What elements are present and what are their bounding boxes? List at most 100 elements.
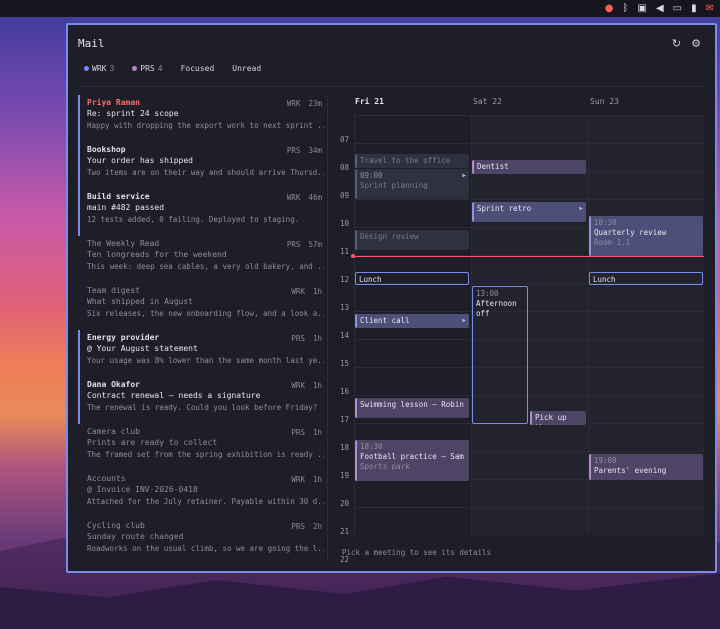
mail-sender: Accounts (87, 474, 126, 483)
mail-item[interactable]: Build service WRK 46m main #482 passed 12… (78, 189, 324, 236)
display-icon[interactable]: ▭ (673, 1, 682, 16)
filter-wrk[interactable]: WRK 3 (84, 64, 114, 73)
mail-meta: PRS 57m (286, 240, 322, 249)
mail-preview: Attached for the July retainer. Payable … (87, 497, 324, 506)
day-header: Fri 21 (355, 97, 384, 106)
event-client-call[interactable]: Client call ▶ (355, 314, 469, 328)
event-swimming[interactable]: Swimming lesson — Robin (355, 398, 469, 418)
mail-preview: Happy with dropping the export work to n… (87, 121, 324, 130)
mail-preview: Roadworks on the usual climb, so we are … (87, 544, 324, 553)
hour-label: 13 (340, 303, 350, 312)
event-sprint-planning[interactable]: 09:00 Sprint planning ▶ (355, 169, 469, 199)
mail-meta: WRK 46m (286, 193, 322, 202)
mail-preview: The framed set from the spring exhibitio… (87, 450, 324, 459)
current-time-dot (351, 254, 355, 258)
hour-label: 08 (340, 163, 350, 172)
mail-item[interactable]: Accounts WRK 1h @ Invoice INV-2026-0418 A… (78, 471, 324, 518)
hour-label: 17 (340, 415, 350, 424)
mail-item[interactable]: Priya Raman WRK 23m Re: sprint 24 scope H… (78, 95, 324, 142)
mail-preview: The renewal is ready. Could you look bef… (87, 403, 318, 412)
divider (78, 86, 705, 87)
current-time-line (352, 256, 704, 257)
event-lunch[interactable]: Lunch (355, 272, 469, 285)
mail-meta: PRS 2h (291, 522, 322, 531)
video-icon: ▶ (462, 317, 466, 324)
mail-subject: Sunday route changed (87, 532, 184, 541)
day-header: Sun 23 (590, 97, 619, 106)
mail-meta: WRK 1h (291, 287, 322, 296)
event-quarterly-review[interactable]: 10:30 Quarterly review Room 1.1 (589, 216, 703, 256)
mail-window: Mail ↻ ⚙ WRK 3 PRS 4 Focused Unread Priya … (66, 23, 717, 573)
mail-item[interactable]: Camera club PRS 1h Prints are ready to co… (78, 424, 324, 471)
hour-label: 12 (340, 275, 350, 284)
calendar: Fri 21 Sat 22 Sun 23 07 08 09 10 11 12 1… (338, 95, 704, 564)
wrk-dot-icon (84, 66, 89, 71)
event-design-review[interactable]: Design review (355, 230, 469, 250)
volume-icon[interactable]: ◀ (656, 1, 664, 16)
mail-item[interactable]: Bookshop PRS 34m Your order has shipped T… (78, 142, 324, 189)
mail-meta: WRK 1h (291, 475, 322, 484)
event-football[interactable]: 18:30 Football practice — Sam Sports park (355, 440, 469, 481)
hour-label: 14 (340, 331, 350, 340)
filter-unread[interactable]: Unread (232, 64, 261, 73)
event-dentist[interactable]: Dentist (472, 160, 586, 174)
hour-label: 07 (340, 135, 350, 144)
mail-icon[interactable]: ✉ (706, 1, 714, 16)
pane-divider (327, 95, 328, 561)
window-icon[interactable]: ▣ (637, 1, 646, 16)
mail-subject: Re: sprint 24 scope (87, 109, 179, 118)
system-top-bar: ● ᛒ ▣ ◀ ▭ ▮ ✉ (0, 0, 720, 17)
hour-label: 20 (340, 499, 350, 508)
filter-focused[interactable]: Focused (181, 64, 215, 73)
prs-dot-icon (132, 66, 138, 71)
mail-preview: 12 tests added, 0 failing. Deployed to s… (87, 215, 300, 224)
mail-item[interactable]: Dana Okafor WRK 1h Contract renewal — nee… (78, 377, 324, 424)
mail-list: Priya Raman WRK 23m Re: sprint 24 scope H… (78, 95, 324, 565)
mail-preview: Six releases, the new onboarding flow, a… (87, 309, 324, 318)
hour-label: 18 (340, 443, 350, 452)
hour-label: 15 (340, 359, 350, 368)
mail-subject: main #482 passed (87, 203, 165, 212)
system-tray: ● ᛒ ▣ ◀ ▭ ▮ ✉ (605, 1, 714, 16)
mail-subject: Ten longreads for the weekend (87, 250, 227, 259)
video-icon: ▶ (579, 205, 583, 212)
mail-meta: WRK 1h (291, 381, 322, 390)
bluetooth-icon[interactable]: ᛒ (622, 1, 628, 16)
hour-label: 10 (340, 219, 350, 228)
mail-sender: Dana Okafor (87, 380, 140, 389)
mail-meta: WRK 23m (286, 99, 322, 108)
battery-icon[interactable]: ▮ (691, 1, 697, 16)
mail-sender: Energy provider (87, 333, 160, 342)
mail-sender: Camera club (87, 427, 140, 436)
refresh-icon[interactable]: ↻ (672, 37, 681, 50)
hour-label: 11 (340, 247, 350, 256)
event-pickup[interactable]: Pick up th... (530, 411, 586, 425)
mail-subject: Contract renewal — needs a signature (87, 391, 261, 400)
mail-sender: Team digest (87, 286, 140, 295)
filter-prs[interactable]: PRS 4 (132, 64, 163, 73)
event-travel[interactable]: Travel to the office (355, 154, 469, 168)
mail-subject: @ Invoice INV-2026-0418 (87, 485, 198, 494)
mail-subject: Your order has shipped (87, 156, 193, 165)
event-parents-evening[interactable]: 19:00 Parents' evening (589, 454, 703, 480)
mail-meta: PRS 34m (286, 146, 322, 155)
settings-icon[interactable]: ⚙ (691, 37, 701, 50)
filter-bar: WRK 3 PRS 4 Focused Unread (84, 64, 261, 73)
mail-subject: Prints are ready to collect (87, 438, 218, 447)
event-lunch[interactable]: Lunch (589, 272, 703, 285)
event-sprint-retro[interactable]: Sprint retro ▶ (472, 202, 586, 222)
day-header: Sat 22 (473, 97, 502, 106)
mail-item[interactable]: Energy provider PRS 1h @ Your August stat… (78, 330, 324, 377)
mail-preview: Two items are on their way and should ar… (87, 168, 324, 177)
video-icon: ▶ (462, 172, 466, 179)
mail-item[interactable]: The Weekly Read PRS 57m Ten longreads for… (78, 236, 324, 283)
hour-label: 16 (340, 387, 350, 396)
mail-preview: Your usage was 8% lower than the same mo… (87, 356, 324, 365)
mail-meta: PRS 1h (291, 334, 322, 343)
mail-item[interactable]: Cycling club PRS 2h Sunday route changed … (78, 518, 324, 565)
event-afternoon-off[interactable]: 13:00 Afternoon off (472, 286, 528, 424)
mail-preview: This week: deep sea cables, a very old b… (87, 262, 324, 271)
mail-subject: What shipped in August (87, 297, 193, 306)
mail-item[interactable]: Team digest WRK 1h What shipped in August… (78, 283, 324, 330)
mascot-icon[interactable]: ● (605, 1, 614, 16)
